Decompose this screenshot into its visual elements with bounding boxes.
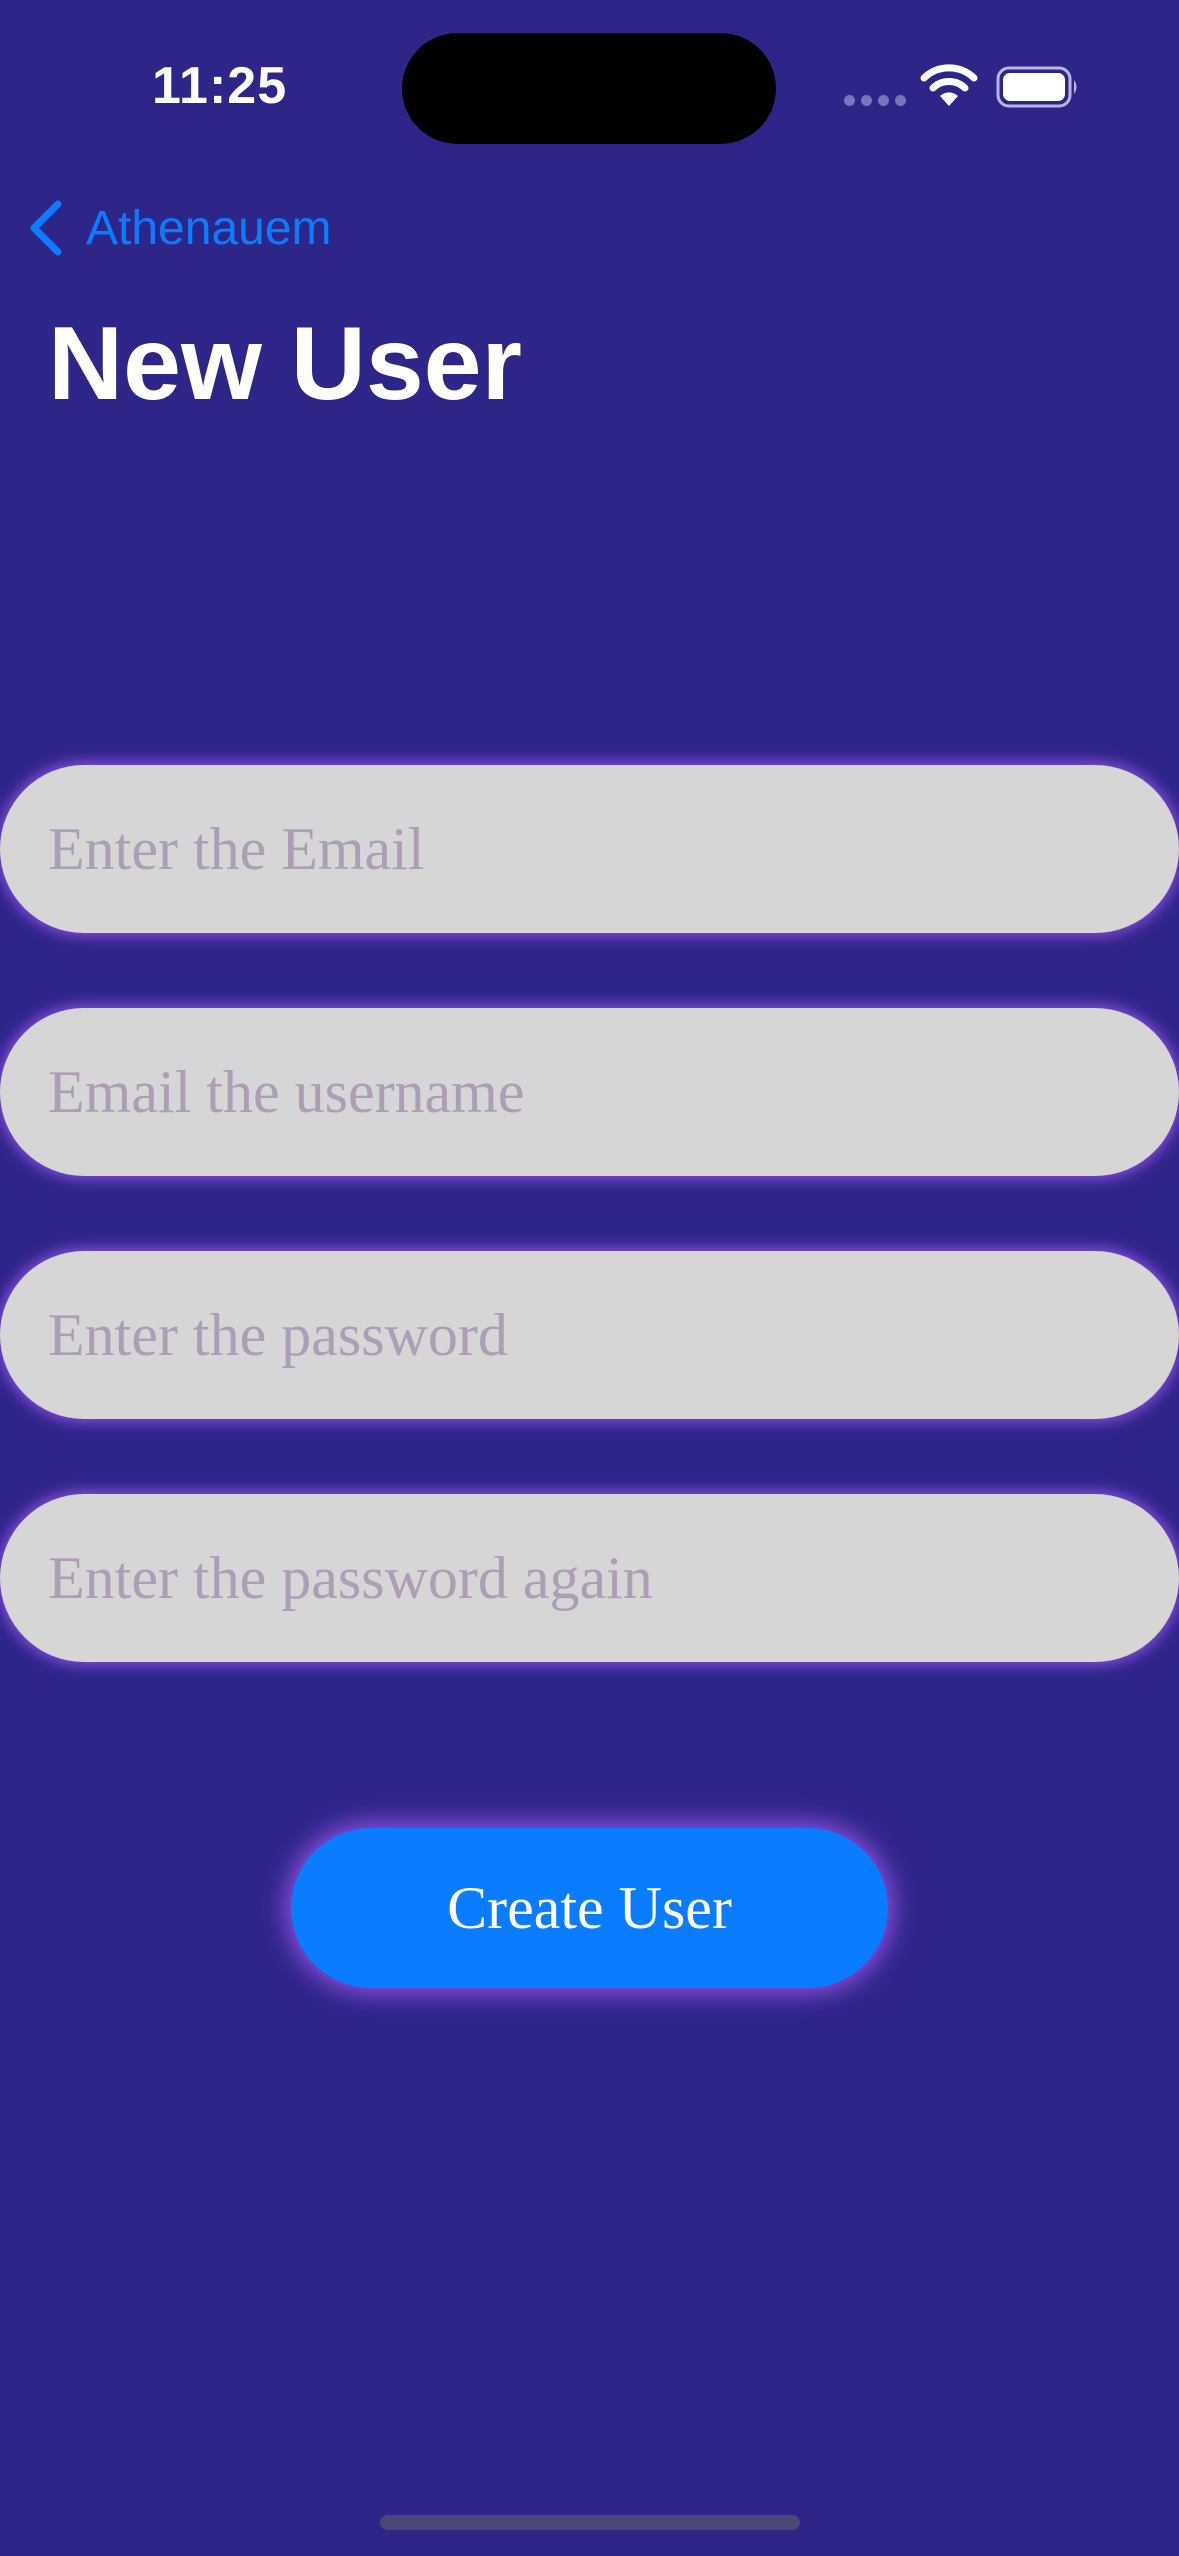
create-user-button[interactable]: Create User — [291, 1828, 888, 1988]
status-bar: 11:25 — [0, 0, 1179, 170]
battery-icon — [996, 66, 1077, 108]
password-again-field[interactable] — [0, 1494, 1179, 1662]
wifi-icon — [920, 64, 978, 106]
status-time: 11:25 — [152, 57, 288, 115]
password-field[interactable] — [0, 1251, 1179, 1419]
home-indicator[interactable] — [380, 2515, 800, 2530]
chevron-left-icon — [30, 200, 62, 256]
dynamic-island — [402, 33, 776, 144]
username-field[interactable] — [0, 1008, 1179, 1176]
back-button[interactable]: Athenauem — [26, 196, 332, 260]
email-field[interactable] — [0, 765, 1179, 933]
signal-icon — [844, 95, 906, 107]
back-button-label: Athenauem — [86, 201, 332, 255]
page-title: New User — [48, 306, 522, 422]
